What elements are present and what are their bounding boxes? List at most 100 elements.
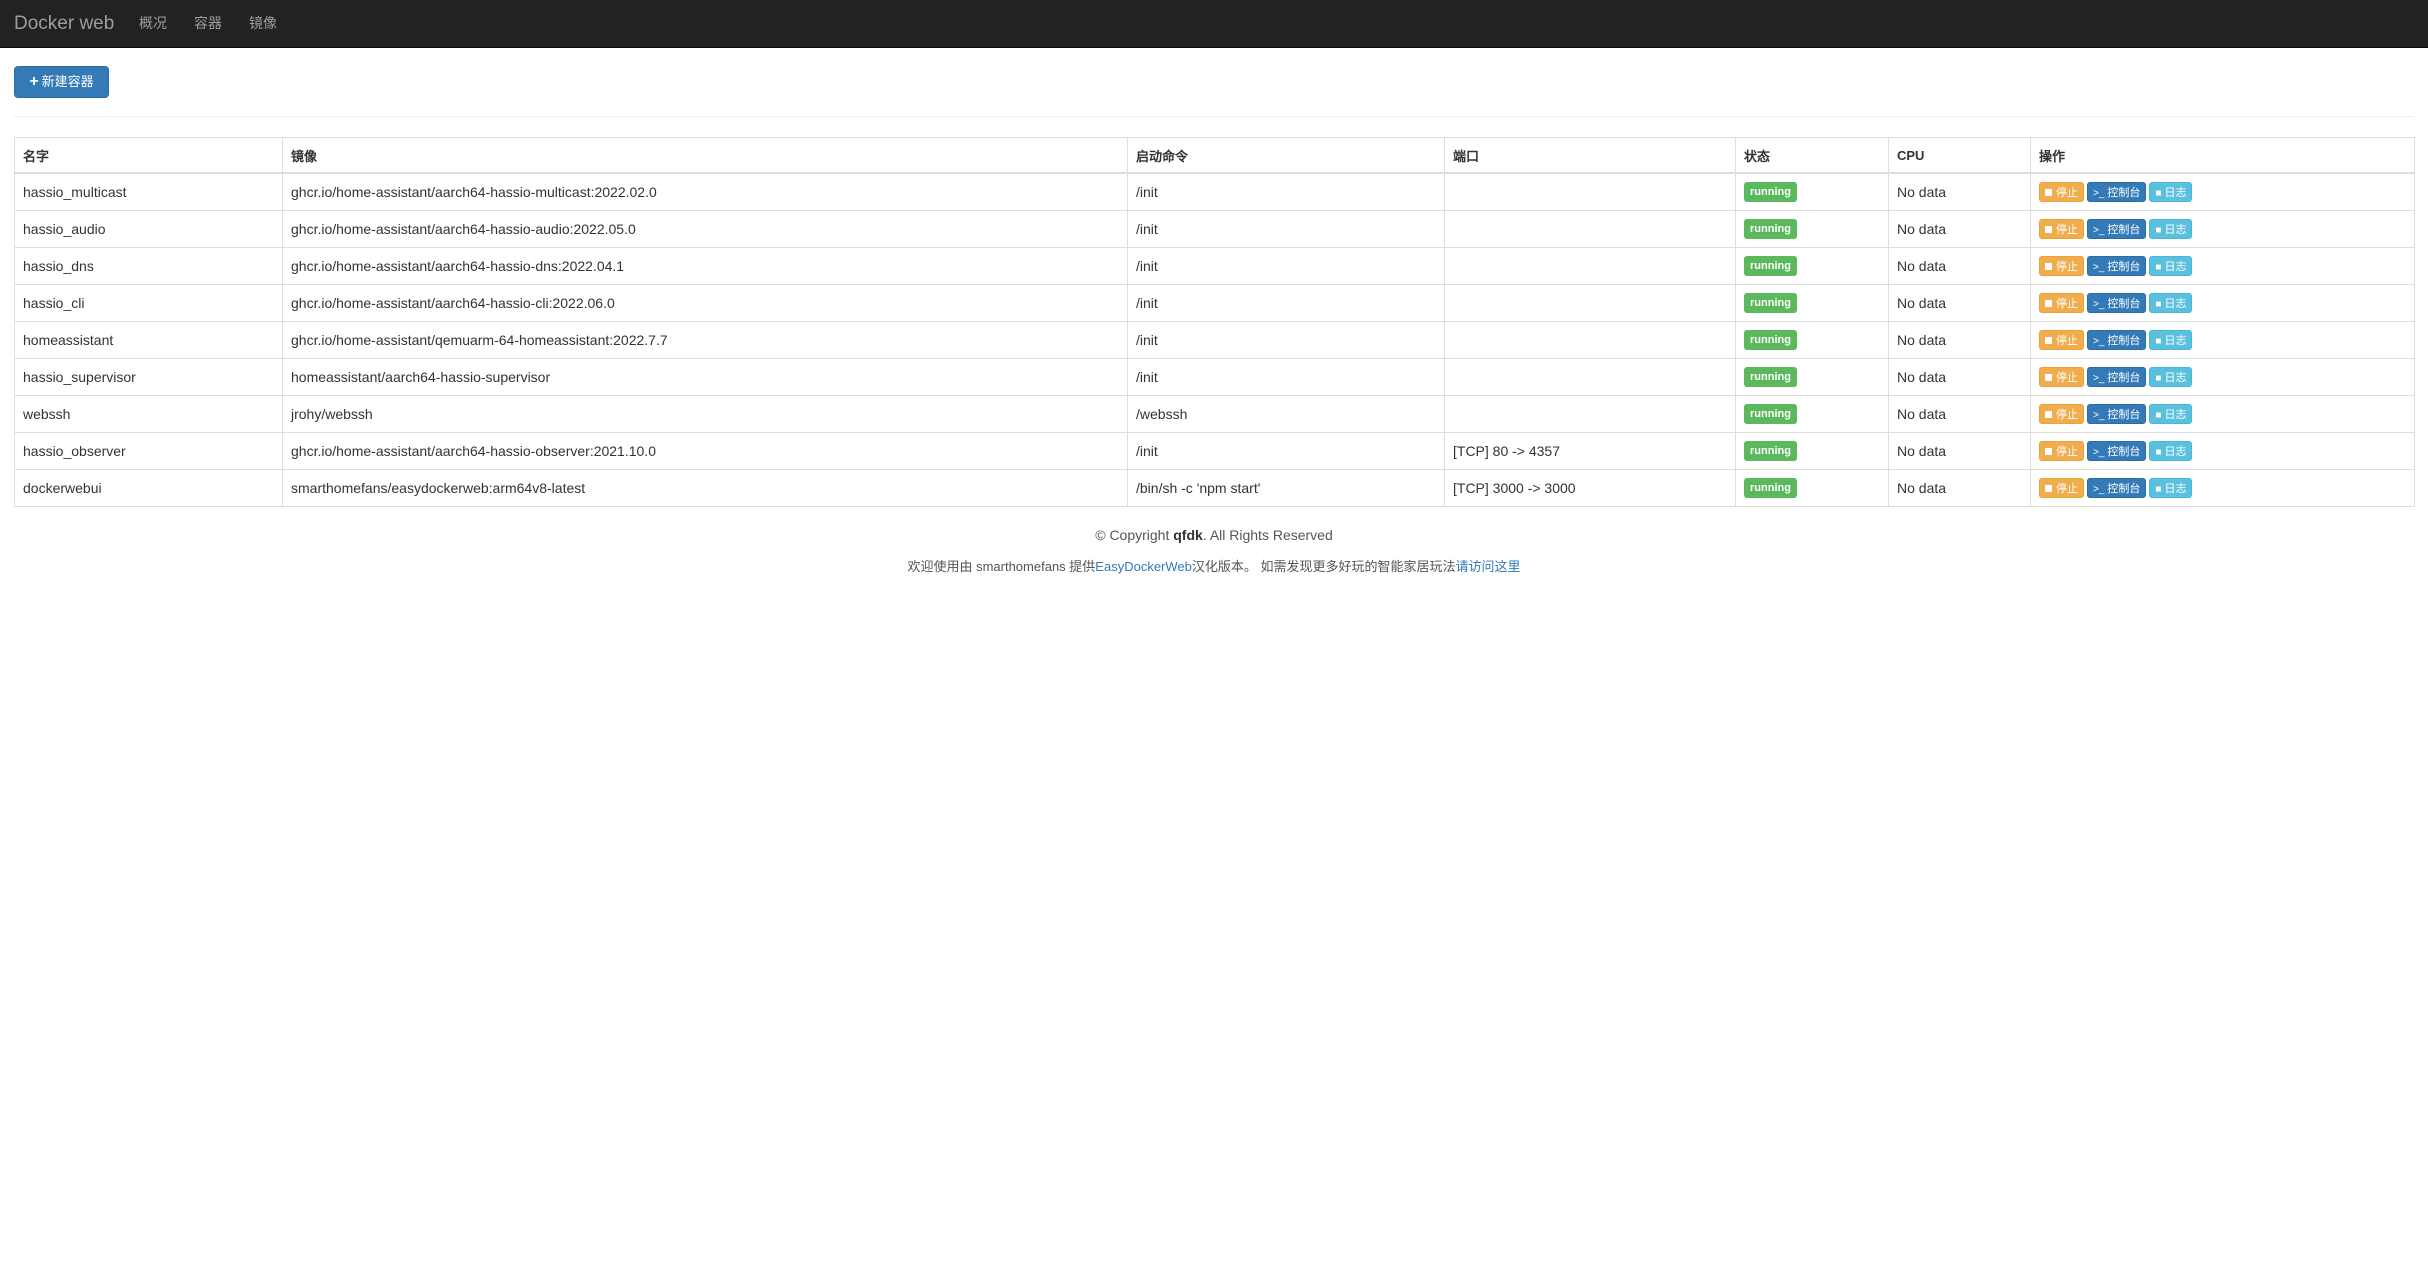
stop-button[interactable]: 停止 [2039, 182, 2084, 202]
log-button-label: 日志 [2164, 372, 2187, 384]
plus-icon: + [29, 73, 39, 90]
log-button[interactable]: ■ 日志 [2149, 478, 2193, 498]
log-button-label: 日志 [2164, 224, 2187, 236]
log-button-label: 日志 [2164, 409, 2187, 421]
cell-status: running [1735, 469, 1889, 507]
log-button[interactable]: ■ 日志 [2149, 330, 2193, 350]
cell-ports [1444, 172, 1736, 211]
status-badge: running [1744, 404, 1797, 424]
header-cpu: CPU [1888, 137, 2031, 174]
cell-ports [1444, 321, 1736, 359]
cell-ports [1444, 210, 1736, 248]
stop-button[interactable]: 停止 [2039, 441, 2084, 461]
stop-button[interactable]: 停止 [2039, 219, 2084, 239]
cell-cpu: No data [1888, 210, 2031, 248]
table-row: homeassistant ghcr.io/home-assistant/qemu… [14, 321, 2415, 359]
console-button[interactable]: >_ 控制台 [2087, 256, 2147, 276]
stop-square-icon [2045, 298, 2056, 310]
header-ports: 端口 [1444, 137, 1736, 174]
welcome-middle: 汉化版本。 如需发现更多好玩的智能家居玩法 [1191, 559, 1456, 574]
cell-command: /init [1127, 358, 1445, 396]
log-button[interactable]: ■ 日志 [2149, 441, 2193, 461]
console-button[interactable]: >_ 控制台 [2087, 219, 2147, 239]
console-button-label: 控制台 [2107, 483, 2141, 495]
console-button[interactable]: >_ 控制台 [2087, 478, 2147, 498]
easydockerweb-link[interactable]: EasyDockerWeb [1095, 559, 1192, 574]
cell-name: homeassistant [14, 321, 283, 359]
table-row: hassio_multicast ghcr.io/home-assistant/a… [14, 172, 2415, 211]
console-button-label: 控制台 [2107, 446, 2141, 458]
visit-here-link[interactable]: 请访问这里 [1456, 559, 1521, 574]
log-button[interactable]: ■ 日志 [2149, 367, 2193, 387]
brand-link[interactable]: Docker web [14, 0, 114, 48]
cell-status: running [1735, 395, 1889, 433]
stop-button-label: 停止 [2056, 372, 2078, 384]
footer-copyright: © Copyright qfdk. All Rights Reserved [0, 527, 2428, 543]
console-button-label: 控制台 [2107, 335, 2141, 347]
log-button[interactable]: ■ 日志 [2149, 182, 2193, 202]
cell-status: running [1735, 210, 1889, 248]
stop-button[interactable]: 停止 [2039, 367, 2084, 387]
cell-command: /init [1127, 321, 1445, 359]
status-badge: running [1744, 293, 1797, 313]
nav-item-containers[interactable]: 容器 [194, 0, 222, 48]
terminal-icon: >_ [2093, 447, 2105, 458]
stop-button-label: 停止 [2056, 224, 2078, 236]
terminal-icon: >_ [2093, 373, 2105, 384]
cell-cpu: No data [1888, 358, 2031, 396]
log-button[interactable]: ■ 日志 [2149, 293, 2193, 313]
cell-command: /webssh [1127, 395, 1445, 433]
stop-button[interactable]: 停止 [2039, 404, 2084, 424]
stop-button-label: 停止 [2056, 261, 2078, 273]
stop-button[interactable]: 停止 [2039, 293, 2084, 313]
cell-name: hassio_cli [14, 284, 283, 322]
nav-item-overview[interactable]: 概况 [139, 0, 167, 48]
cell-ports [1444, 358, 1736, 396]
status-badge: running [1744, 441, 1797, 461]
table-row: hassio_supervisor homeassistant/aarch64-h… [14, 358, 2415, 396]
log-button-label: 日志 [2164, 298, 2187, 310]
nav-item-images[interactable]: 镜像 [249, 0, 277, 48]
terminal-icon: >_ [2093, 262, 2105, 273]
status-badge: running [1744, 182, 1797, 202]
console-button[interactable]: >_ 控制台 [2087, 404, 2147, 424]
console-button[interactable]: >_ 控制台 [2087, 367, 2147, 387]
new-container-button[interactable]: + 新建容器 [14, 66, 109, 98]
stop-button-label: 停止 [2056, 483, 2078, 495]
log-button[interactable]: ■ 日志 [2149, 219, 2193, 239]
stop-button[interactable]: 停止 [2039, 256, 2084, 276]
console-button[interactable]: >_ 控制台 [2087, 330, 2147, 350]
console-button[interactable]: >_ 控制台 [2087, 441, 2147, 461]
status-badge: running [1744, 256, 1797, 276]
cell-cpu: No data [1888, 395, 2031, 433]
cell-image: ghcr.io/home-assistant/aarch64-hassio-cl… [282, 284, 1128, 322]
cell-name: hassio_multicast [14, 172, 283, 211]
cell-ports [1444, 247, 1736, 285]
log-button[interactable]: ■ 日志 [2149, 256, 2193, 276]
cell-name: dockerwebui [14, 469, 283, 507]
cell-name: hassio_supervisor [14, 358, 283, 396]
cell-image: ghcr.io/home-assistant/aarch64-hassio-au… [282, 210, 1128, 248]
stop-button-label: 停止 [2056, 446, 2078, 458]
cell-status: running [1735, 247, 1889, 285]
console-button[interactable]: >_ 控制台 [2087, 182, 2147, 202]
cell-command: /init [1127, 247, 1445, 285]
console-button[interactable]: >_ 控制台 [2087, 293, 2147, 313]
divider [14, 116, 2414, 117]
stop-square-icon [2045, 335, 2056, 347]
log-button[interactable]: ■ 日志 [2149, 404, 2193, 424]
console-button-label: 控制台 [2107, 409, 2141, 421]
table-row: webssh jrohy/webssh/webssh running No data 停… [14, 395, 2415, 433]
top-navbar: Docker web 概况 容器 镜像 [0, 0, 2428, 48]
console-button-label: 控制台 [2107, 224, 2141, 236]
header-name: 名字 [14, 137, 283, 174]
terminal-icon: >_ [2093, 484, 2105, 495]
stop-button[interactable]: 停止 [2039, 478, 2084, 498]
log-button-label: 日志 [2164, 187, 2187, 199]
cell-name: hassio_observer [14, 432, 283, 470]
stop-button[interactable]: 停止 [2039, 330, 2084, 350]
cell-ports [1444, 395, 1736, 433]
cell-actions: 停止 >_ 控制台 ■ 日志 [2030, 172, 2415, 211]
terminal-icon: >_ [2093, 410, 2105, 421]
header-command: 启动命令 [1127, 137, 1445, 174]
